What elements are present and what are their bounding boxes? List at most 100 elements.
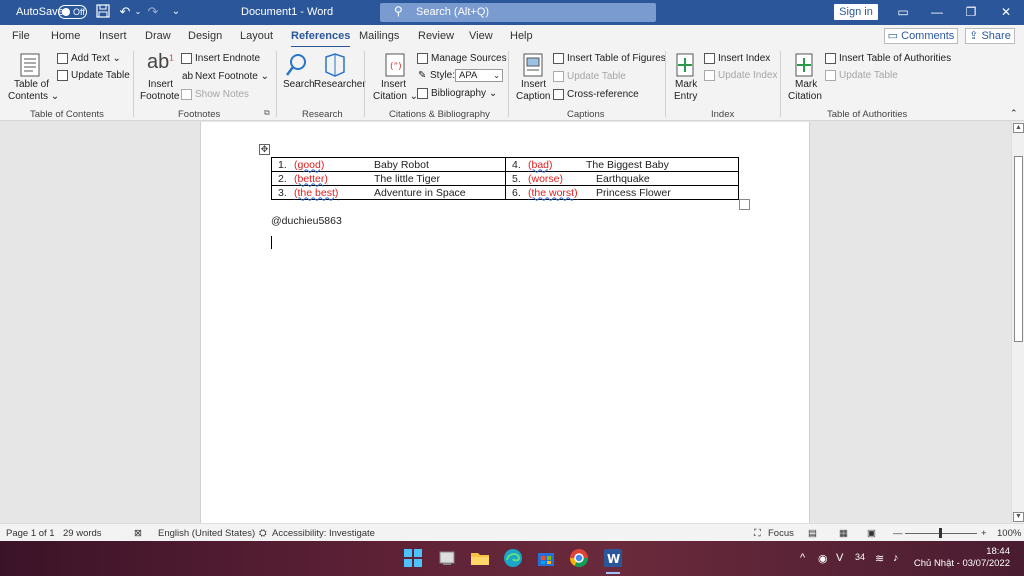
restore-icon[interactable]: ❐ [963,4,979,20]
collapse-ribbon-icon[interactable]: ⌃ [1010,108,1018,119]
tab-review[interactable]: Review [418,30,454,42]
search-button[interactable]: Search [283,79,315,90]
minimize-icon[interactable]: — [929,4,945,20]
chrome-browser-icon[interactable] [569,548,589,568]
microsoft-store-icon[interactable] [536,548,556,568]
show-notes-button[interactable]: Show Notes [195,89,249,100]
tab-references[interactable]: References [291,30,351,48]
table-of-contents-icon[interactable] [17,52,43,78]
researcher-icon[interactable] [322,52,348,78]
web-layout-icon[interactable]: ▣ [867,528,876,539]
insert-caption-line2[interactable]: Caption [516,91,550,102]
redo-icon[interactable]: ↷ [145,4,161,20]
share-button[interactable]: ⇪ Share [965,28,1015,44]
mark-entry-line1[interactable]: Mark [675,79,697,90]
toc-button-line2[interactable]: Contents ⌄ [8,91,59,102]
table-cell[interactable]: 3. (the best) Adventure in Space [271,185,506,200]
page-count[interactable]: Page 1 of 1 [6,528,55,539]
tab-design[interactable]: Design [188,30,222,42]
bibliography-button[interactable]: Bibliography ⌄ [431,88,497,99]
footnotes-dialog-launcher-icon[interactable]: ⧉ [264,108,270,118]
tab-layout[interactable]: Layout [240,30,273,42]
tab-file[interactable]: File [12,30,30,42]
volume-icon[interactable]: ♪ [893,552,899,564]
chat-icon[interactable]: ◉ [818,552,828,565]
task-view-icon[interactable] [437,548,457,568]
table-resize-handle[interactable] [739,199,750,210]
weather-number[interactable]: 34 [855,552,865,562]
tab-mailings[interactable]: Mailings [359,30,399,42]
tab-view[interactable]: View [469,30,493,42]
insert-caption-line1[interactable]: Insert [521,79,546,90]
document-table[interactable]: 1. (good) Baby Robot 4. (bad) The Biggest Ba… [271,157,739,200]
table-cell[interactable]: 2. (better) The little Tiger [271,171,506,186]
toc-button-line1[interactable]: Table of [14,79,49,90]
add-text-button[interactable]: Add Text ⌄ [71,53,121,64]
tab-insert[interactable]: Insert [99,30,127,42]
scroll-down-icon[interactable]: ▼ [1013,512,1024,522]
ribbon-display-options-icon[interactable]: ▭ [895,4,911,20]
zoom-slider-thumb[interactable] [939,528,942,538]
tab-home[interactable]: Home [51,30,80,42]
manage-sources-button[interactable]: Manage Sources [431,53,507,64]
scrollbar-thumb[interactable] [1014,156,1023,342]
table-cell[interactable]: 6. (the worst) Princess Flower [505,185,739,200]
sign-in-button[interactable]: Sign in [834,4,878,20]
system-clock[interactable]: 18:44 Chủ Nhật - 03/07/2022 [912,546,1010,570]
insert-footnote-line2[interactable]: Footnote [140,91,179,102]
insert-index-button[interactable]: Insert Index [718,53,770,64]
insert-footnote-icon[interactable]: ab1 [147,51,174,74]
insert-table-of-authorities-button[interactable]: Insert Table of Authorities [839,53,951,64]
windows-start-icon[interactable] [403,548,423,568]
zoom-level[interactable]: 100% [997,528,1021,539]
word-app-icon[interactable]: W [603,548,623,568]
tab-draw[interactable]: Draw [145,30,171,42]
cross-reference-button[interactable]: Cross-reference [567,89,639,100]
insert-table-of-figures-button[interactable]: Insert Table of Figures [567,53,666,64]
next-footnote-button[interactable]: Next Footnote ⌄ [195,71,269,82]
comments-button[interactable]: ▭ Comments [884,28,958,44]
file-explorer-icon[interactable] [470,548,490,568]
mark-entry-icon[interactable] [672,52,698,78]
customize-toolbar-icon[interactable]: ⌄ [168,4,184,20]
table-cell[interactable]: 5. (worse) Earthquake [505,171,739,186]
wifi-icon[interactable]: ≋ [875,552,884,565]
zoom-out-icon[interactable]: — [893,528,903,539]
search-box[interactable]: ⚲ Search (Alt+Q) [380,3,656,22]
update-table-figures-button[interactable]: Update Table [567,71,626,82]
citation-style-select[interactable]: APA ⌄ [455,69,503,82]
edge-browser-icon[interactable] [503,548,523,568]
read-mode-icon[interactable]: ▤ [808,528,817,539]
close-icon[interactable]: ✕ [998,4,1014,20]
update-table-toa-button[interactable]: Update Table [839,70,898,81]
table-cell[interactable]: 1. (good) Baby Robot [271,157,506,172]
mark-citation-line1[interactable]: Mark [795,79,817,90]
insert-endnote-button[interactable]: Insert Endnote [195,53,260,64]
save-icon[interactable] [95,4,111,20]
vertical-scrollbar[interactable]: ▲ ▼ [1011,122,1024,523]
insert-caption-icon[interactable] [520,52,546,78]
mark-citation-icon[interactable] [791,52,817,78]
word-count[interactable]: 29 words [63,528,102,539]
update-index-button[interactable]: Update Index [718,70,778,81]
focus-mode-button[interactable]: Focus [768,528,794,539]
table-cell[interactable]: 4. (bad) The Biggest Baby [505,157,739,172]
researcher-button[interactable]: Researcher [314,79,366,90]
insert-citation-line1[interactable]: Insert [381,79,406,90]
tab-help[interactable]: Help [510,30,533,42]
undo-dropdown-icon[interactable]: ⌄ [130,4,146,20]
proofing-icon[interactable]: ⊠ [134,528,142,539]
scroll-up-icon[interactable]: ▲ [1013,123,1024,133]
mark-citation-line2[interactable]: Citation [788,91,822,102]
language-v-icon[interactable]: V [836,552,843,564]
insert-citation-icon[interactable]: (”) [382,52,408,78]
search-icon[interactable] [284,52,310,78]
table-move-handle-icon[interactable]: ✥ [259,144,270,155]
show-hidden-icons-icon[interactable]: ^ [800,552,805,564]
accessibility-status[interactable]: Accessibility: Investigate [272,528,375,539]
zoom-in-icon[interactable]: + [981,528,987,539]
autosave-toggle[interactable]: Off [58,5,87,19]
insert-citation-line2[interactable]: Citation ⌄ [373,91,418,102]
update-table-toc-button[interactable]: Update Table [71,70,130,81]
print-layout-icon[interactable]: ▦ [839,528,848,539]
